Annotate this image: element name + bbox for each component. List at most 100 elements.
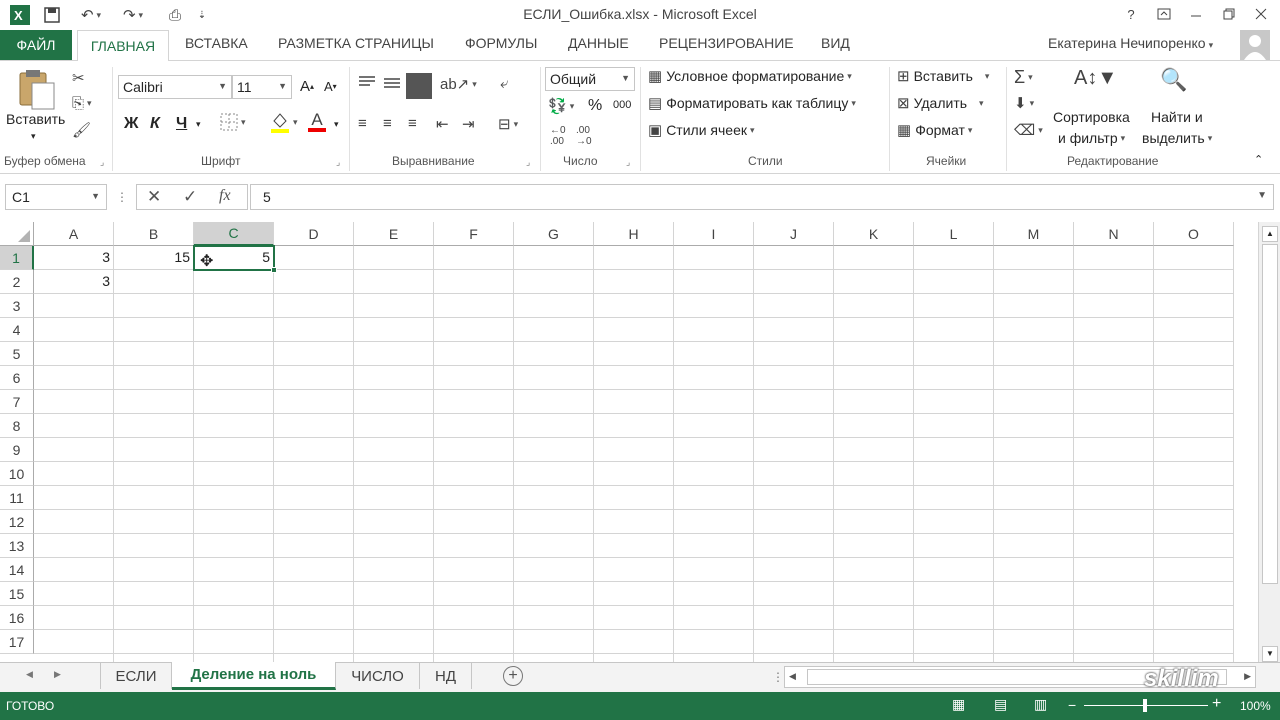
- clipboard-launcher-icon[interactable]: ⌟: [100, 157, 104, 168]
- vertical-scrollbar[interactable]: ▲ ▼: [1258, 222, 1280, 662]
- find-select-button[interactable]: выделить ▾: [1142, 130, 1212, 146]
- insert-function-button[interactable]: fx: [219, 187, 231, 205]
- font-color-icon[interactable]: A: [308, 111, 326, 132]
- wrap-text-icon[interactable]: ⤶: [500, 75, 508, 92]
- zoom-slider-thumb[interactable]: [1143, 699, 1147, 712]
- row-header-6[interactable]: 6: [0, 366, 34, 390]
- tab-page-layout[interactable]: РАЗМЕТКА СТРАНИЦЫ: [278, 35, 434, 51]
- row-header-15[interactable]: 15: [0, 582, 34, 606]
- percent-button[interactable]: %: [588, 97, 602, 115]
- ribbon-display-options-icon[interactable]: [1153, 4, 1175, 24]
- cell-a1[interactable]: 3: [34, 246, 114, 270]
- bold-button[interactable]: Ж: [124, 115, 138, 133]
- normal-view-icon[interactable]: ▦: [952, 696, 965, 713]
- help-button[interactable]: ?: [1120, 4, 1142, 24]
- grow-font-button[interactable]: A ▴: [300, 78, 314, 95]
- cut-icon[interactable]: ✂: [72, 69, 85, 87]
- tab-home[interactable]: ГЛАВНАЯ: [77, 30, 169, 61]
- sort-filter-button[interactable]: и фильтр ▾: [1058, 130, 1125, 146]
- enter-icon[interactable]: ✓: [183, 187, 197, 207]
- paste-button[interactable]: Вставить: [6, 111, 65, 127]
- zoom-out-button[interactable]: −: [1068, 697, 1076, 713]
- font-name-select[interactable]: Calibri ▼: [118, 75, 232, 99]
- fill-color-icon[interactable]: ▾: [270, 111, 298, 133]
- find-select-label-1[interactable]: Найти и: [1151, 109, 1203, 125]
- tab-data[interactable]: ДАННЫЕ: [568, 35, 629, 51]
- clear-icon[interactable]: ⌫ ▾: [1014, 121, 1043, 139]
- increase-decimal-icon[interactable]: ←0.00: [550, 125, 566, 147]
- currency-icon[interactable]: 💱 ▾: [548, 97, 574, 115]
- worksheet-grid[interactable]: ABCDEFGHIJKLMNO 1 2 3 4 5 6 7 8 9 10 11 12 13 14 15 16 1…: [0, 222, 1262, 662]
- minimize-button[interactable]: [1185, 4, 1207, 24]
- scroll-left-icon[interactable]: ◀: [789, 671, 796, 682]
- column-header-m[interactable]: M: [994, 222, 1074, 246]
- number-format-select[interactable]: Общий ▼: [545, 67, 635, 91]
- orientation-icon[interactable]: ab↗ ▾: [440, 75, 477, 93]
- cell-styles-button[interactable]: ▣ Стили ячеек ▾: [648, 121, 755, 139]
- increase-indent-icon[interactable]: ⇥: [462, 115, 475, 133]
- column-header-d[interactable]: D: [274, 222, 354, 246]
- merge-center-icon[interactable]: ⊟ ▾: [498, 115, 518, 133]
- scroll-sheets-left-icon[interactable]: ◀: [26, 669, 33, 680]
- paste-dropdown-icon[interactable]: ▾: [31, 131, 36, 142]
- cell-b1[interactable]: 15: [114, 246, 194, 270]
- formula-bar-resize-icon[interactable]: ⋮: [116, 190, 128, 204]
- user-name[interactable]: Екатерина Нечипоренко ▾: [1048, 35, 1213, 51]
- row-header-12[interactable]: 12: [0, 510, 34, 534]
- align-bottom-icon[interactable]: [406, 73, 432, 99]
- column-header-j[interactable]: J: [754, 222, 834, 246]
- row-header-9[interactable]: 9: [0, 438, 34, 462]
- select-all-button[interactable]: [0, 222, 34, 246]
- column-header-o[interactable]: O: [1154, 222, 1234, 246]
- collapse-ribbon-icon[interactable]: ⌃: [1254, 153, 1263, 166]
- close-button[interactable]: [1250, 4, 1272, 24]
- underline-dropdown-icon[interactable]: ▾: [196, 119, 201, 130]
- align-center-icon[interactable]: ≡: [383, 115, 392, 132]
- font-size-select[interactable]: 11 ▼: [232, 75, 292, 99]
- align-top-icon[interactable]: [358, 75, 376, 91]
- name-box[interactable]: C1 ▼: [5, 184, 107, 210]
- column-header-l[interactable]: L: [914, 222, 994, 246]
- tab-review[interactable]: РЕЦЕНЗИРОВАНИЕ: [659, 35, 794, 51]
- page-break-view-icon[interactable]: ▥: [1034, 696, 1047, 713]
- scroll-up-icon[interactable]: ▲: [1262, 226, 1278, 242]
- italic-button[interactable]: К: [150, 115, 160, 133]
- alignment-launcher-icon[interactable]: ⌟: [526, 157, 530, 168]
- format-painter-icon[interactable]: 🖌: [72, 121, 91, 139]
- scroll-sheets-right-icon[interactable]: ▶: [54, 669, 61, 680]
- sheet-tab-division-by-zero[interactable]: Деление на ноль: [172, 662, 336, 690]
- row-header-5[interactable]: 5: [0, 342, 34, 366]
- copy-icon[interactable]: ⎘ ▾: [72, 95, 92, 112]
- borders-icon[interactable]: ▾: [220, 113, 246, 131]
- formula-input[interactable]: 5 ▼: [250, 184, 1274, 210]
- shrink-font-button[interactable]: A ▾: [324, 79, 337, 94]
- font-color-dropdown-icon[interactable]: ▾: [334, 119, 339, 130]
- column-header-b[interactable]: B: [114, 222, 194, 246]
- row-header-2[interactable]: 2: [0, 270, 34, 294]
- zoom-level[interactable]: 100%: [1240, 699, 1271, 713]
- paste-icon[interactable]: [14, 67, 60, 111]
- align-middle-icon[interactable]: [383, 75, 401, 91]
- fill-handle[interactable]: [271, 267, 277, 273]
- cancel-icon[interactable]: ✕: [147, 187, 161, 207]
- scroll-right-icon[interactable]: ▶: [1244, 671, 1251, 682]
- row-header-7[interactable]: 7: [0, 390, 34, 414]
- tab-insert[interactable]: ВСТАВКА: [185, 35, 248, 51]
- tab-file[interactable]: ФАЙЛ: [0, 30, 72, 60]
- autosum-icon[interactable]: Σ ▾: [1014, 67, 1033, 88]
- sheet-tab-nd[interactable]: НД: [420, 663, 472, 689]
- row-header-3[interactable]: 3: [0, 294, 34, 318]
- row-header-1[interactable]: 1: [0, 246, 34, 270]
- font-launcher-icon[interactable]: ⌟: [336, 157, 340, 168]
- restore-button[interactable]: [1218, 4, 1240, 24]
- fill-icon[interactable]: ⬇ ▾: [1014, 94, 1034, 112]
- row-header-8[interactable]: 8: [0, 414, 34, 438]
- page-layout-view-icon[interactable]: ▤: [994, 696, 1007, 713]
- column-header-c[interactable]: C: [194, 222, 274, 246]
- delete-cells-button[interactable]: ⊠ Удалить ▾: [897, 94, 984, 112]
- number-launcher-icon[interactable]: ⌟: [626, 157, 630, 168]
- column-header-n[interactable]: N: [1074, 222, 1154, 246]
- tab-formulas[interactable]: ФОРМУЛЫ: [465, 35, 537, 51]
- tab-view[interactable]: ВИД: [821, 35, 850, 51]
- sort-filter-label-1[interactable]: Сортировка: [1053, 109, 1130, 125]
